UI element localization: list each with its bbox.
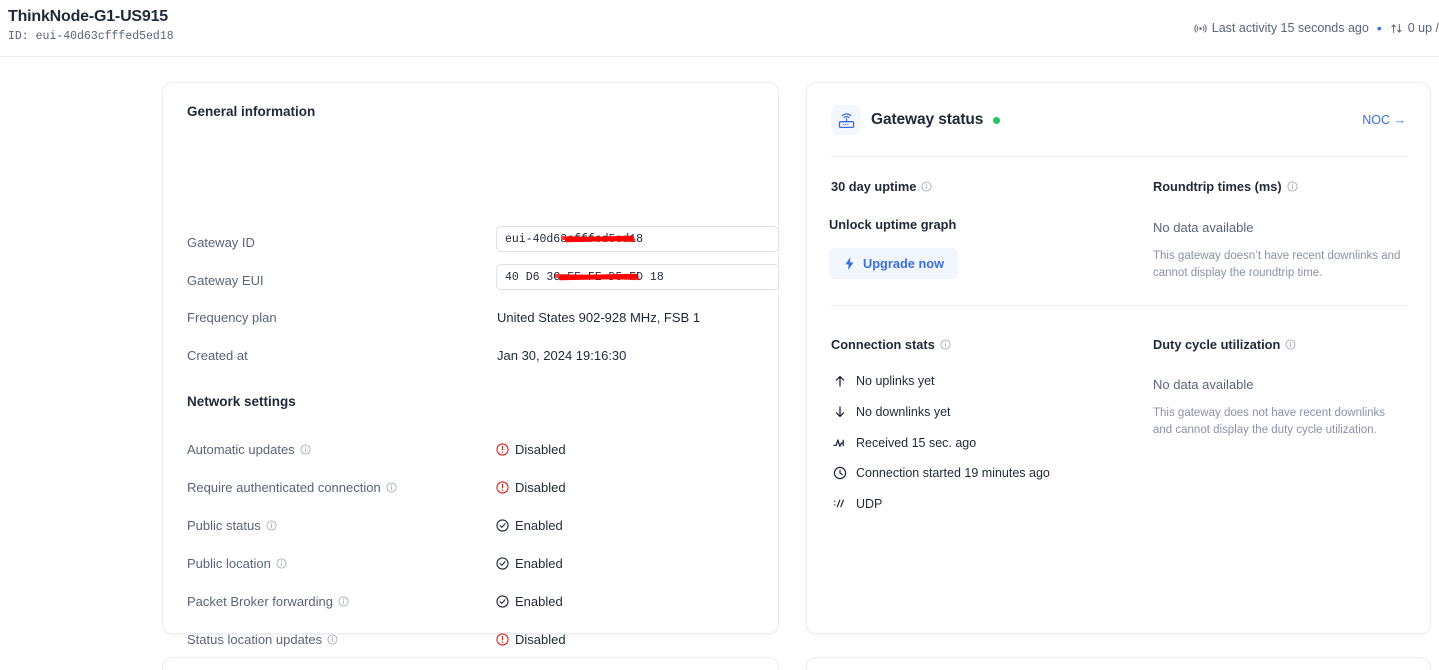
header-separator: •: [1375, 20, 1384, 36]
automatic-updates-status: Disabled: [496, 442, 566, 457]
gateway-eui-input[interactable]: 40 D6 3C FF FE D5 ED 18: [496, 264, 779, 290]
info-icon[interactable]: [266, 520, 277, 531]
require-authenticated-connection-status: Disabled: [496, 480, 566, 495]
connection-stat-uplinks: No uplinks yet: [833, 374, 935, 388]
automatic-updates-label: Automatic updates: [187, 442, 311, 457]
divider-middle: [831, 305, 1408, 306]
connection-stat-started: Connection started 19 minutes ago: [833, 466, 1050, 480]
public-status-status: Enabled: [496, 518, 563, 533]
status-location-updates-status: Disabled: [496, 632, 566, 647]
public-status-label: Public status: [187, 518, 277, 533]
network-row-automatic-updates: Automatic updates Disabled: [187, 442, 757, 460]
general-information-title: General information: [187, 104, 315, 119]
info-icon[interactable]: [338, 596, 349, 607]
up-down-arrows-icon: [1390, 22, 1403, 35]
gateway-id-subtitle: ID: eui-40d63cfffed5ed18: [8, 29, 174, 45]
traffic-counter: 0 up /: [1390, 21, 1439, 35]
status-location-updates-label: Status location updates: [187, 632, 338, 647]
info-icon[interactable]: [1287, 181, 1298, 192]
connection-stat-downlinks-text: No downlinks yet: [856, 405, 951, 419]
upgrade-now-label: Upgrade now: [863, 256, 944, 271]
gateway-eui-value: 40 D6 3C FF FE D5 ED 18: [505, 271, 664, 284]
public-location-label: Public location: [187, 556, 287, 571]
network-row-public-status: Public status Enabled: [187, 518, 757, 536]
traffic-text: 0 up /: [1408, 21, 1439, 35]
created-at-label: Created at: [187, 348, 248, 363]
gateway-status-title: Gateway status: [871, 111, 983, 129]
info-icon[interactable]: [276, 558, 287, 569]
info-icon[interactable]: [327, 634, 338, 645]
connection-stat-started-text: Connection started 19 minutes ago: [856, 466, 1050, 480]
network-row-public-location: Public location Enabled: [187, 556, 757, 574]
info-icon[interactable]: [300, 444, 311, 455]
connection-stat-protocol-text: UDP: [856, 497, 882, 511]
status-online-dot: [993, 117, 1000, 124]
connection-stats-heading: Connection stats: [831, 337, 951, 352]
info-icon[interactable]: [386, 482, 397, 493]
upgrade-now-button[interactable]: Upgrade now: [829, 248, 958, 279]
check-circle-icon: [496, 595, 509, 608]
gateway-id-label: Gateway ID: [187, 235, 255, 250]
info-icon[interactable]: [1285, 339, 1296, 350]
gateway-overview-page: ThinkNode-G1-US915 ID: eui-40d63cfffed5e…: [0, 0, 1439, 670]
roundtrip-nodata-sub: This gateway doesn’t have recent downlin…: [1153, 248, 1403, 282]
network-row-require-authenticated-connection: Require authenticated connection Disable…: [187, 480, 757, 498]
gateway-id-input[interactable]: eui-40d63cfffed5ed18: [496, 226, 779, 252]
alert-circle-icon: [496, 633, 509, 646]
roundtrip-nodata: No data available: [1153, 220, 1253, 235]
broadcast-icon: [1194, 22, 1207, 35]
packet-broker-forwarding-status: Enabled: [496, 594, 563, 609]
clock-icon: [833, 466, 847, 480]
alert-circle-icon: [496, 481, 509, 494]
general-information-card: General information Gateway ID eui-40d63…: [162, 82, 779, 634]
duty-cycle-nodata: No data available: [1153, 377, 1253, 392]
page-header: ThinkNode-G1-US915 ID: eui-40d63cfffed5e…: [0, 0, 1439, 57]
uptime-heading: 30 day uptime: [831, 179, 932, 194]
info-icon[interactable]: [921, 181, 932, 192]
gateway-status-card: Gateway status NOC → 30 day uptime Round…: [806, 82, 1431, 634]
connection-stat-received-text: Received 15 sec. ago: [856, 436, 976, 450]
arrow-up-icon: [833, 374, 847, 388]
connection-stat-downlinks: No downlinks yet: [833, 405, 951, 419]
info-icon[interactable]: [940, 339, 951, 350]
last-activity-text: Last activity 15 seconds ago: [1212, 21, 1369, 35]
frequency-plan-value: United States 902-928 MHz, FSB 1: [497, 310, 700, 325]
connection-stat-uplinks-text: No uplinks yet: [856, 374, 935, 388]
lightning-bolt-icon: [843, 257, 856, 270]
duty-cycle-heading: Duty cycle utilization: [1153, 337, 1296, 352]
gateway-status-header: Gateway status: [831, 105, 1000, 135]
arrow-down-icon: [833, 405, 847, 419]
header-status-block: Last activity 15 seconds ago • 0 up /: [1194, 20, 1439, 36]
protocol-icon: [833, 497, 847, 511]
page-title: ThinkNode-G1-US915: [8, 7, 174, 27]
network-row-packet-broker-forwarding: Packet Broker forwarding Enabled: [187, 594, 757, 612]
gateway-id-value: eui-40d63cfffed5ed18: [505, 233, 643, 246]
frequency-plan-label: Frequency plan: [187, 310, 277, 325]
header-title-block: ThinkNode-G1-US915 ID: eui-40d63cfffed5e…: [8, 7, 174, 45]
bottom-card-right: [806, 657, 1431, 670]
last-activity: Last activity 15 seconds ago: [1194, 21, 1369, 35]
gateway-eui-label: Gateway EUI: [187, 273, 264, 288]
network-settings-title: Network settings: [187, 394, 296, 409]
require-authenticated-connection-label: Require authenticated connection: [187, 480, 397, 495]
divider-top: [831, 156, 1408, 157]
check-circle-icon: [496, 519, 509, 532]
noc-link[interactable]: NOC →: [1362, 113, 1406, 127]
pulse-icon: [833, 436, 847, 450]
roundtrip-heading: Roundtrip times (ms): [1153, 179, 1298, 194]
public-location-status: Enabled: [496, 556, 563, 571]
created-at-value: Jan 30, 2024 19:16:30: [497, 348, 626, 363]
connection-stat-received: Received 15 sec. ago: [833, 436, 976, 450]
unlock-uptime-graph-label: Unlock uptime graph: [829, 217, 956, 232]
network-row-status-location-updates: Status location updates Disabled: [187, 632, 757, 650]
router-icon: [831, 105, 861, 135]
packet-broker-forwarding-label: Packet Broker forwarding: [187, 594, 349, 609]
duty-cycle-nodata-sub: This gateway does not have recent downli…: [1153, 405, 1403, 439]
check-circle-icon: [496, 557, 509, 570]
bottom-card-left: [162, 657, 779, 670]
connection-stat-protocol: UDP: [833, 497, 882, 511]
alert-circle-icon: [496, 443, 509, 456]
